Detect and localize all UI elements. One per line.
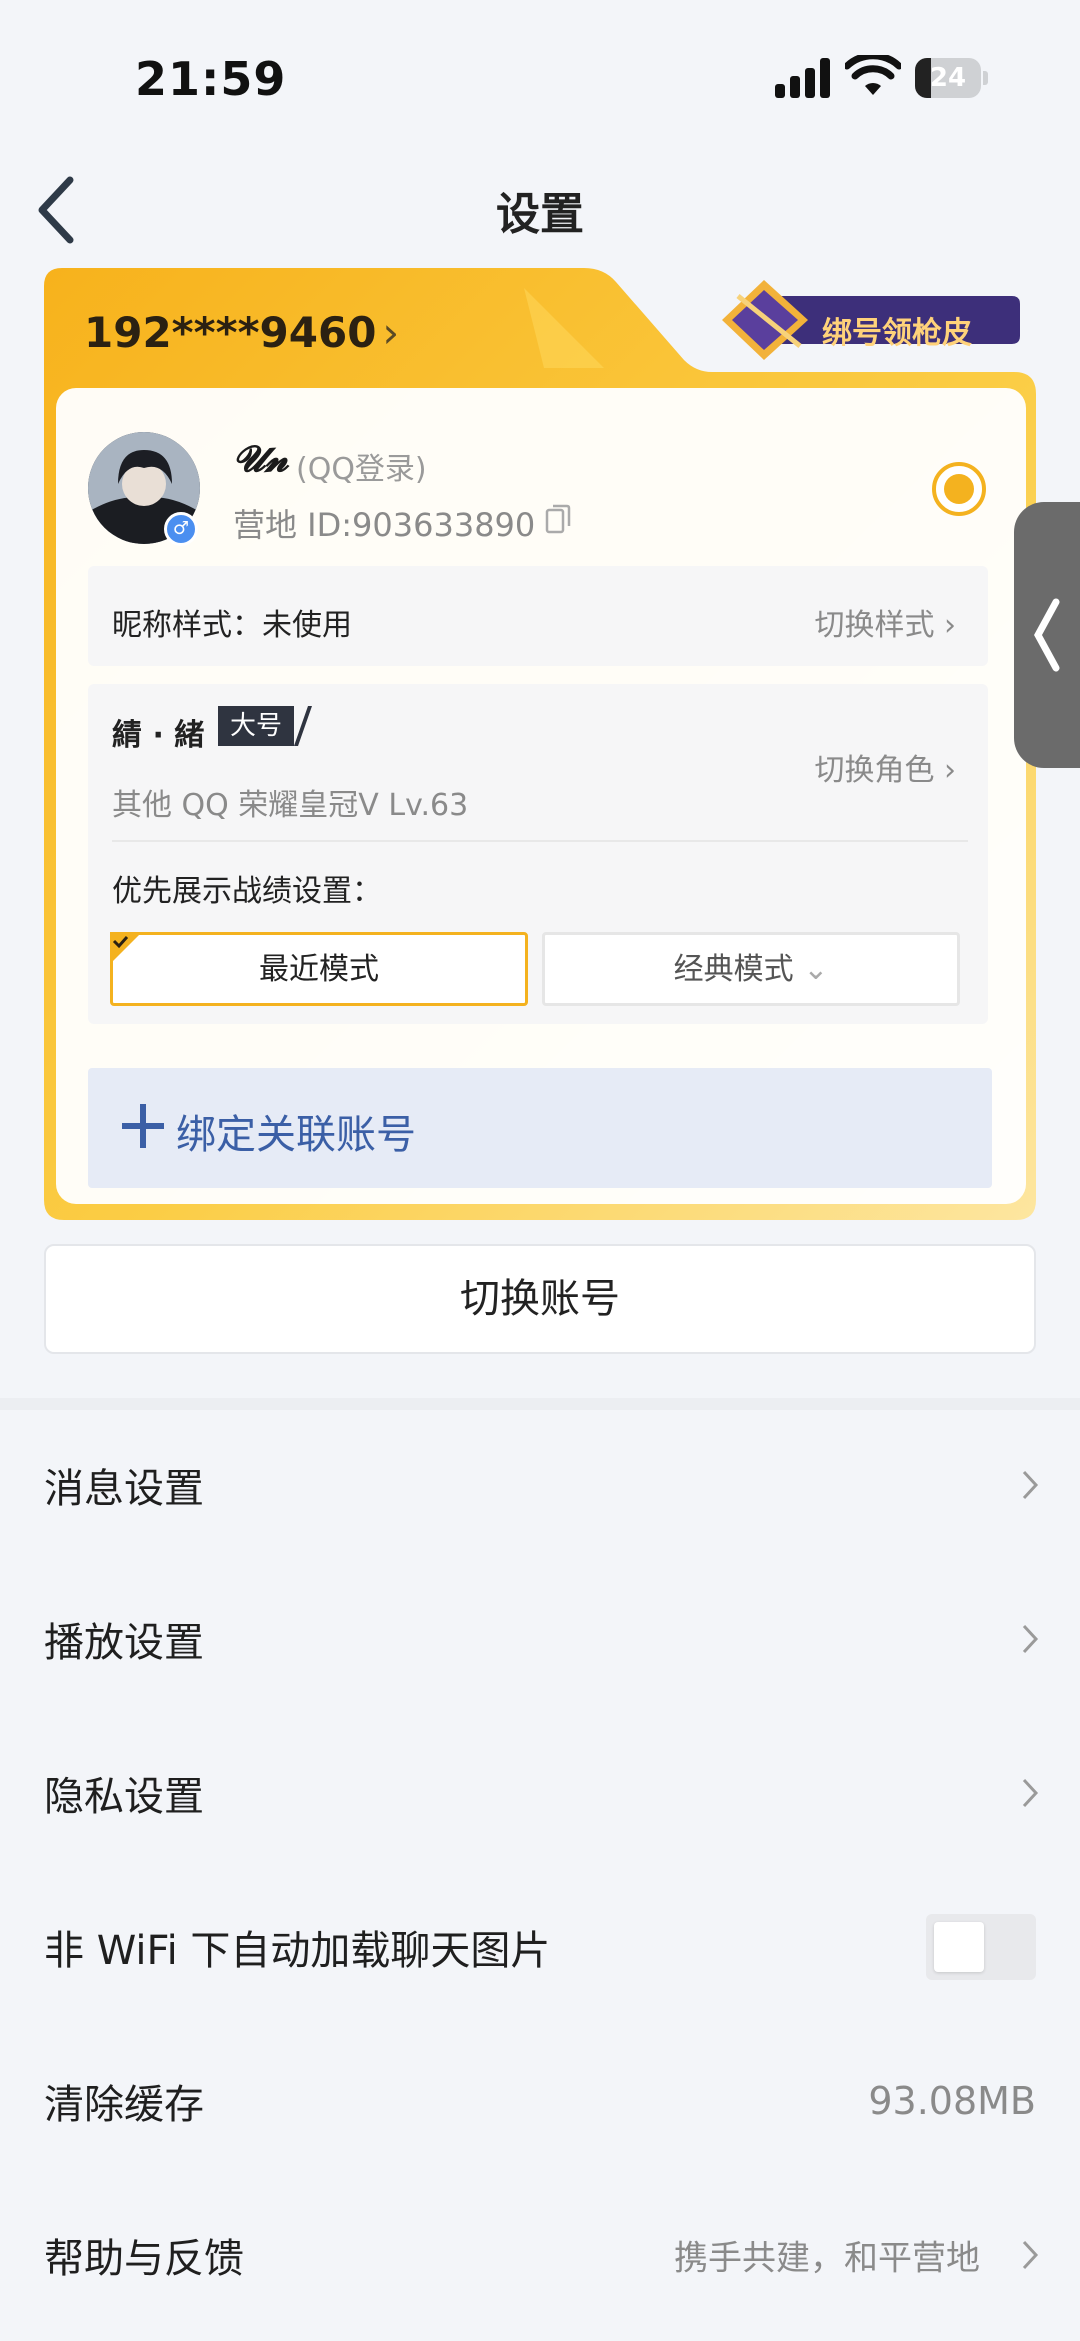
tag-slash-decor <box>294 706 312 746</box>
male-icon: ♂ <box>164 512 198 546</box>
wifi-icon <box>845 55 901 95</box>
login-type: (QQ登录) <box>296 452 427 487</box>
chevron-down-icon: ⌄ <box>803 952 829 987</box>
menu-label: 消息设置 <box>44 1466 204 1512</box>
chevron-right-icon: › <box>382 308 400 357</box>
section-separator <box>0 1398 1080 1410</box>
phone-number-text: 192****9460 <box>84 308 377 357</box>
help-feedback-value: 携手共建，和平营地 <box>674 2238 980 2279</box>
promo-label: 绑号领枪皮 <box>822 316 972 351</box>
chevron-left-icon <box>1034 598 1060 672</box>
check-icon <box>110 932 142 964</box>
chevron-right-icon <box>1022 1624 1039 1654</box>
role-name: 綪 · 緒 <box>112 718 205 753</box>
classic-mode-dropdown[interactable]: 经典模式 ⌄ <box>542 932 960 1006</box>
toggle-knob <box>934 1922 984 1972</box>
selected-account-radio[interactable] <box>932 462 986 516</box>
cache-size: 93.08MB <box>868 2079 1036 2123</box>
menu-wifi-images: 非 WiFi 下自动加载聊天图片 <box>0 1872 1080 2022</box>
menu-help-feedback[interactable]: 帮助与反馈 携手共建，和平营地 <box>0 2180 1080 2330</box>
phone-number[interactable]: 192****9460 › <box>84 308 399 357</box>
main-account-tag: 大号 <box>218 706 295 746</box>
status-bar: 21:59 24 <box>0 0 1080 150</box>
camp-id: 营地 ID:903633890 <box>233 506 536 544</box>
status-time: 21:59 <box>135 52 287 106</box>
battery-level-text: 24 <box>929 63 967 93</box>
bind-reward-banner[interactable]: 绑号领枪皮 <box>718 276 1020 362</box>
chevron-right-icon <box>1022 1778 1039 1808</box>
switch-style-text: 切换样式 <box>814 608 935 643</box>
recent-mode-button[interactable]: 最近模式 <box>110 932 528 1006</box>
menu-clear-cache[interactable]: 清除缓存 93.08MB <box>0 2026 1080 2176</box>
menu-label: 隐私设置 <box>44 1774 204 1820</box>
menu-label: 清除缓存 <box>44 2082 204 2128</box>
bind-account-label: 绑定关联账号 <box>176 1112 416 1158</box>
signal-icon <box>775 58 831 98</box>
chevron-right-icon: › <box>944 753 956 788</box>
menu-privacy-settings[interactable]: 隐私设置 <box>0 1718 1080 1868</box>
menu-label: 帮助与反馈 <box>44 2236 244 2282</box>
menu-label: 播放设置 <box>44 1620 204 1666</box>
chevron-right-icon: › <box>944 608 956 643</box>
switch-role-text: 切换角色 <box>814 753 935 788</box>
menu-label: 非 WiFi 下自动加载聊天图片 <box>44 1928 551 1974</box>
chevron-right-icon <box>1022 1470 1039 1500</box>
chevron-right-icon <box>1022 2240 1039 2270</box>
priority-label: 优先展示战绩设置： <box>112 874 382 909</box>
nick-style-label: 昵称样式：未使用 <box>112 608 352 643</box>
plus-icon <box>122 1104 164 1148</box>
role-rank: 其他 QQ 荣耀皇冠Ⅴ Lv.63 <box>112 788 469 823</box>
divider <box>112 840 968 842</box>
copy-icon[interactable] <box>545 504 571 534</box>
menu-playback-settings[interactable]: 播放设置 <box>0 1564 1080 1714</box>
menu-message-settings[interactable]: 消息设置 <box>0 1410 1080 1560</box>
battery-icon: 24 <box>915 58 989 98</box>
switch-role-link[interactable]: 切换角色 › <box>814 745 956 789</box>
page-title: 设置 <box>496 189 584 240</box>
side-drawer-handle[interactable] <box>1014 502 1080 768</box>
user-nickname: 𝓤𝓷 <box>233 438 289 480</box>
classic-mode-text: 经典模式 <box>673 952 794 987</box>
switch-account-button[interactable]: 切换账号 <box>44 1244 1036 1354</box>
switch-style-link[interactable]: 切换样式 › <box>814 600 956 644</box>
wifi-images-toggle[interactable] <box>926 1914 1036 1980</box>
